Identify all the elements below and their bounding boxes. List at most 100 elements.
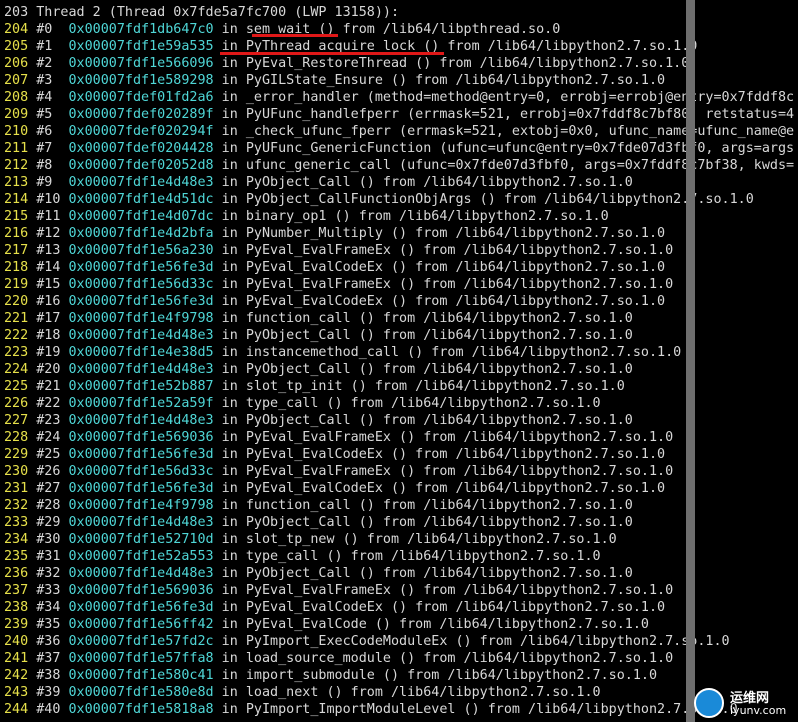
frame-symbol: in PyEval_EvalFrameEx () from /lib64/lib… xyxy=(213,583,674,598)
watermark-url: iyunv.com xyxy=(730,704,787,717)
frame-address: 0x00007fdef020289f xyxy=(68,107,214,122)
line-number: 215 xyxy=(4,209,29,224)
line-number: 218 xyxy=(4,260,29,275)
frame-line: 210 #6 0x00007fdef020294f in _check_ufun… xyxy=(4,123,794,140)
line-number: 233 xyxy=(4,515,29,530)
frame-symbol: in load_next () from /lib64/libpython2.7… xyxy=(213,685,601,700)
frame-address: 0x00007fdf1e56fe3d xyxy=(68,260,214,275)
frame-address: 0x00007fdef020294f xyxy=(68,124,214,139)
frame-address: 0x00007fdf1e59a535 xyxy=(68,39,214,54)
frame-symbol: in binary_op1 () from /lib64/libpython2.… xyxy=(213,209,609,224)
frame-number: #2 xyxy=(36,56,61,71)
frame-number: #17 xyxy=(36,311,61,326)
frame-number: #9 xyxy=(36,175,61,190)
line-number: 204 xyxy=(4,22,29,37)
line-number: 238 xyxy=(4,600,29,615)
line-number: 240 xyxy=(4,634,29,649)
frame-symbol: in PyObject_Call () from /lib64/libpytho… xyxy=(213,566,633,581)
backtrace-frames: 204 #0 0x00007fdf1db647c0 in sem_wait ()… xyxy=(4,21,794,718)
frame-line: 214 #10 0x00007fdf1e4d51dc in PyObject_C… xyxy=(4,191,794,208)
frame-symbol: in PyEval_EvalCodeEx () from /lib64/libp… xyxy=(213,481,666,496)
frame-line: 219 #15 0x00007fdf1e56d33c in PyEval_Eva… xyxy=(4,276,794,293)
frame-number: #13 xyxy=(36,243,61,258)
watermark-circle-icon xyxy=(694,688,724,718)
frame-address: 0x00007fdf1e569036 xyxy=(68,583,214,598)
frame-number: #3 xyxy=(36,73,61,88)
frame-symbol: in PyEval_EvalFrameEx () from /lib64/lib… xyxy=(213,430,674,445)
frame-symbol: in slot_tp_new () from /lib64/libpython2… xyxy=(213,532,617,547)
frame-number: #0 xyxy=(36,22,61,37)
frame-line: 230 #26 0x00007fdf1e56d33c in PyEval_Eva… xyxy=(4,463,794,480)
line-number: 235 xyxy=(4,549,29,564)
frame-line: 227 #23 0x00007fdf1e4d48e3 in PyObject_C… xyxy=(4,412,794,429)
frame-line: 233 #29 0x00007fdf1e4d48e3 in PyObject_C… xyxy=(4,514,794,531)
frame-line: 204 #0 0x00007fdf1db647c0 in sem_wait ()… xyxy=(4,21,794,38)
frame-line: 220 #16 0x00007fdf1e56fe3d in PyEval_Eva… xyxy=(4,293,794,310)
line-number: 221 xyxy=(4,311,29,326)
frame-line: 241 #37 0x00007fdf1e57ffa8 in load_sourc… xyxy=(4,650,794,667)
frame-number: #11 xyxy=(36,209,61,224)
frame-number: #35 xyxy=(36,617,61,632)
frame-number: #1 xyxy=(36,39,61,54)
frame-symbol: in PyEval_RestoreThread () from /lib64/l… xyxy=(213,56,690,71)
frame-line: 218 #14 0x00007fdf1e56fe3d in PyEval_Eva… xyxy=(4,259,794,276)
frame-line: 208 #4 0x00007fdef01fd2a6 in _error_hand… xyxy=(4,89,794,106)
frame-number: #23 xyxy=(36,413,61,428)
line-number: 209 xyxy=(4,107,29,122)
frame-number: #16 xyxy=(36,294,61,309)
frame-address: 0x00007fdf1e56d33c xyxy=(68,277,214,292)
frame-address: 0x00007fdf1e589298 xyxy=(68,73,214,88)
line-number: 226 xyxy=(4,396,29,411)
highlight-underline-acquire-lock xyxy=(220,52,444,55)
frame-line: 235 #31 0x00007fdf1e52a553 in type_call … xyxy=(4,548,794,565)
frame-symbol: in PyEval_EvalCodeEx () from /lib64/libp… xyxy=(213,447,666,462)
frame-address: 0x00007fdf1e4d48e3 xyxy=(68,362,214,377)
frame-number: #34 xyxy=(36,600,61,615)
frame-symbol: in PyEval_EvalCode () from /lib64/libpyt… xyxy=(213,617,649,632)
frame-number: #28 xyxy=(36,498,61,513)
vertical-scrollbar[interactable] xyxy=(686,0,695,722)
line-number: 217 xyxy=(4,243,29,258)
frame-address: 0x00007fdf1e4f9798 xyxy=(68,498,214,513)
frame-symbol: in PyUFunc_handlefperr (errmask=521, err… xyxy=(213,107,794,122)
frame-line: 242 #38 0x00007fdf1e580c41 in import_sub… xyxy=(4,667,794,684)
frame-line: 223 #19 0x00007fdf1e4e38d5 in instanceme… xyxy=(4,344,794,361)
frame-symbol: in import_submodule () from /lib64/libpy… xyxy=(213,668,658,683)
highlight-underline-sem-wait xyxy=(252,34,338,37)
frame-address: 0x00007fdef02052d8 xyxy=(68,158,214,173)
frame-address: 0x00007fdf1e4d48e3 xyxy=(68,175,214,190)
line-number: 224 xyxy=(4,362,29,377)
thread-header: 203 Thread 2 (Thread 0x7fde5a7fc700 (LWP… xyxy=(4,5,400,20)
frame-address: 0x00007fdf1e4f9798 xyxy=(68,311,214,326)
line-number: 216 xyxy=(4,226,29,241)
line-number: 232 xyxy=(4,498,29,513)
frame-address: 0x00007fdf1e52710d xyxy=(68,532,214,547)
frame-address: 0x00007fdef0204428 xyxy=(68,141,214,156)
line-number: 237 xyxy=(4,583,29,598)
line-number: 234 xyxy=(4,532,29,547)
frame-symbol: in PyObject_Call () from /lib64/libpytho… xyxy=(213,362,633,377)
frame-address: 0x00007fdef01fd2a6 xyxy=(68,90,214,105)
frame-address: 0x00007fdf1e580e8d xyxy=(68,685,214,700)
frame-symbol: in PyEval_EvalCodeEx () from /lib64/libp… xyxy=(213,260,666,275)
frame-number: #24 xyxy=(36,430,61,445)
frame-number: #29 xyxy=(36,515,61,530)
frame-symbol: in PyObject_Call () from /lib64/libpytho… xyxy=(213,328,633,343)
watermark-logo: 运维网 iyunv.com xyxy=(690,686,794,720)
frame-line: 207 #3 0x00007fdf1e589298 in PyGILState_… xyxy=(4,72,794,89)
frame-address: 0x00007fdf1e56fe3d xyxy=(68,294,214,309)
frame-symbol: in instancemethod_call () from /lib64/li… xyxy=(213,345,682,360)
frame-address: 0x00007fdf1e4d07dc xyxy=(68,209,214,224)
line-number: 229 xyxy=(4,447,29,462)
frame-line: 213 #9 0x00007fdf1e4d48e3 in PyObject_Ca… xyxy=(4,174,794,191)
frame-number: #32 xyxy=(36,566,61,581)
terminal-output[interactable]: 203 Thread 2 (Thread 0x7fde5a7fc700 (LWP… xyxy=(4,4,794,718)
frame-number: #18 xyxy=(36,328,61,343)
frame-number: #37 xyxy=(36,651,61,666)
frame-address: 0x00007fdf1e56a230 xyxy=(68,243,214,258)
line-number: 228 xyxy=(4,430,29,445)
frame-line: 209 #5 0x00007fdef020289f in PyUFunc_han… xyxy=(4,106,794,123)
frame-symbol: in type_call () from /lib64/libpython2.7… xyxy=(213,396,601,411)
frame-line: 238 #34 0x00007fdf1e56fe3d in PyEval_Eva… xyxy=(4,599,794,616)
frame-number: #38 xyxy=(36,668,61,683)
